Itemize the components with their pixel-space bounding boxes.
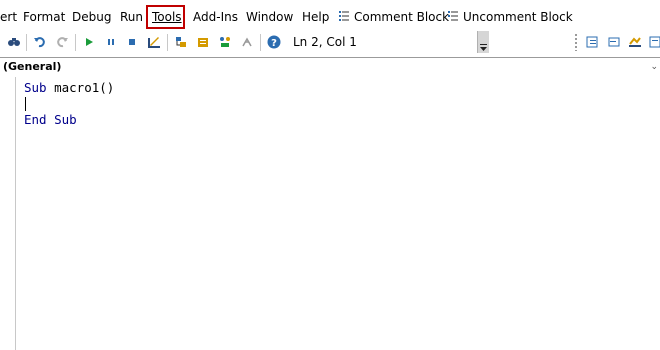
object-dropdown[interactable]: (General) ⌄ [0, 57, 660, 78]
toolbar-separator [26, 34, 27, 51]
toolbar-separator [75, 34, 76, 51]
toolbar-overflow-dropdown[interactable] [477, 31, 489, 53]
text-cursor [25, 97, 26, 111]
comment-block-icon [339, 11, 349, 21]
menu-comment-block[interactable]: Comment Block [354, 9, 449, 25]
menu-bar: ert Format Debug Run Tools Add-Ins Windo… [0, 0, 660, 30]
uncomment-block-icon [448, 11, 458, 21]
menu-tools[interactable]: Tools [152, 9, 182, 25]
menu-insert[interactable]: ert [0, 9, 17, 25]
outdent-icon[interactable] [607, 35, 621, 49]
menu-format[interactable]: Format [23, 9, 65, 25]
run-icon[interactable] [82, 35, 96, 49]
toggle-breakpoint-icon[interactable] [628, 35, 642, 49]
toolbar-separator [260, 34, 261, 51]
cursor-position: Ln 2, Col 1 [293, 35, 357, 49]
keyword: Sub [24, 80, 47, 95]
comment-icon[interactable] [649, 35, 660, 49]
menu-help[interactable]: Help [302, 9, 329, 25]
menu-run[interactable]: Run [120, 9, 143, 25]
menu-uncomment-block[interactable]: Uncomment Block [463, 9, 573, 25]
sub-signature: macro1() [46, 80, 115, 95]
menu-window[interactable]: Window [246, 9, 293, 25]
reset-icon[interactable] [125, 35, 139, 49]
redo-icon[interactable] [55, 35, 69, 49]
menu-debug[interactable]: Debug [72, 9, 111, 25]
toolbar-grip[interactable] [575, 34, 577, 51]
menu-addins[interactable]: Add-Ins [193, 9, 238, 25]
indent-icon[interactable] [585, 35, 599, 49]
svg-text:?: ? [271, 38, 277, 49]
keyword: Sub [46, 112, 77, 127]
help-icon[interactable]: ? [267, 35, 281, 49]
break-icon[interactable] [104, 35, 118, 49]
keyword: End [24, 112, 47, 127]
code-margin-bar[interactable] [0, 77, 16, 350]
toolbox-icon[interactable] [240, 35, 254, 49]
undo-icon[interactable] [33, 35, 47, 49]
code-editor[interactable] [16, 77, 660, 350]
design-mode-icon[interactable] [147, 35, 161, 49]
toolbar-separator [167, 34, 168, 51]
properties-icon[interactable] [196, 35, 210, 49]
menu-tools-label: Tools [152, 10, 182, 24]
chevron-down-icon: ⌄ [650, 62, 658, 72]
object-dropdown-value: (General) [3, 60, 62, 73]
code-line-3: End Sub [24, 112, 77, 128]
find-icon[interactable] [7, 35, 21, 49]
code-line-1: Sub macro1() [24, 80, 114, 96]
chevron-down-icon [480, 44, 487, 51]
object-browser-icon[interactable] [218, 35, 232, 49]
project-explorer-icon[interactable] [174, 35, 188, 49]
